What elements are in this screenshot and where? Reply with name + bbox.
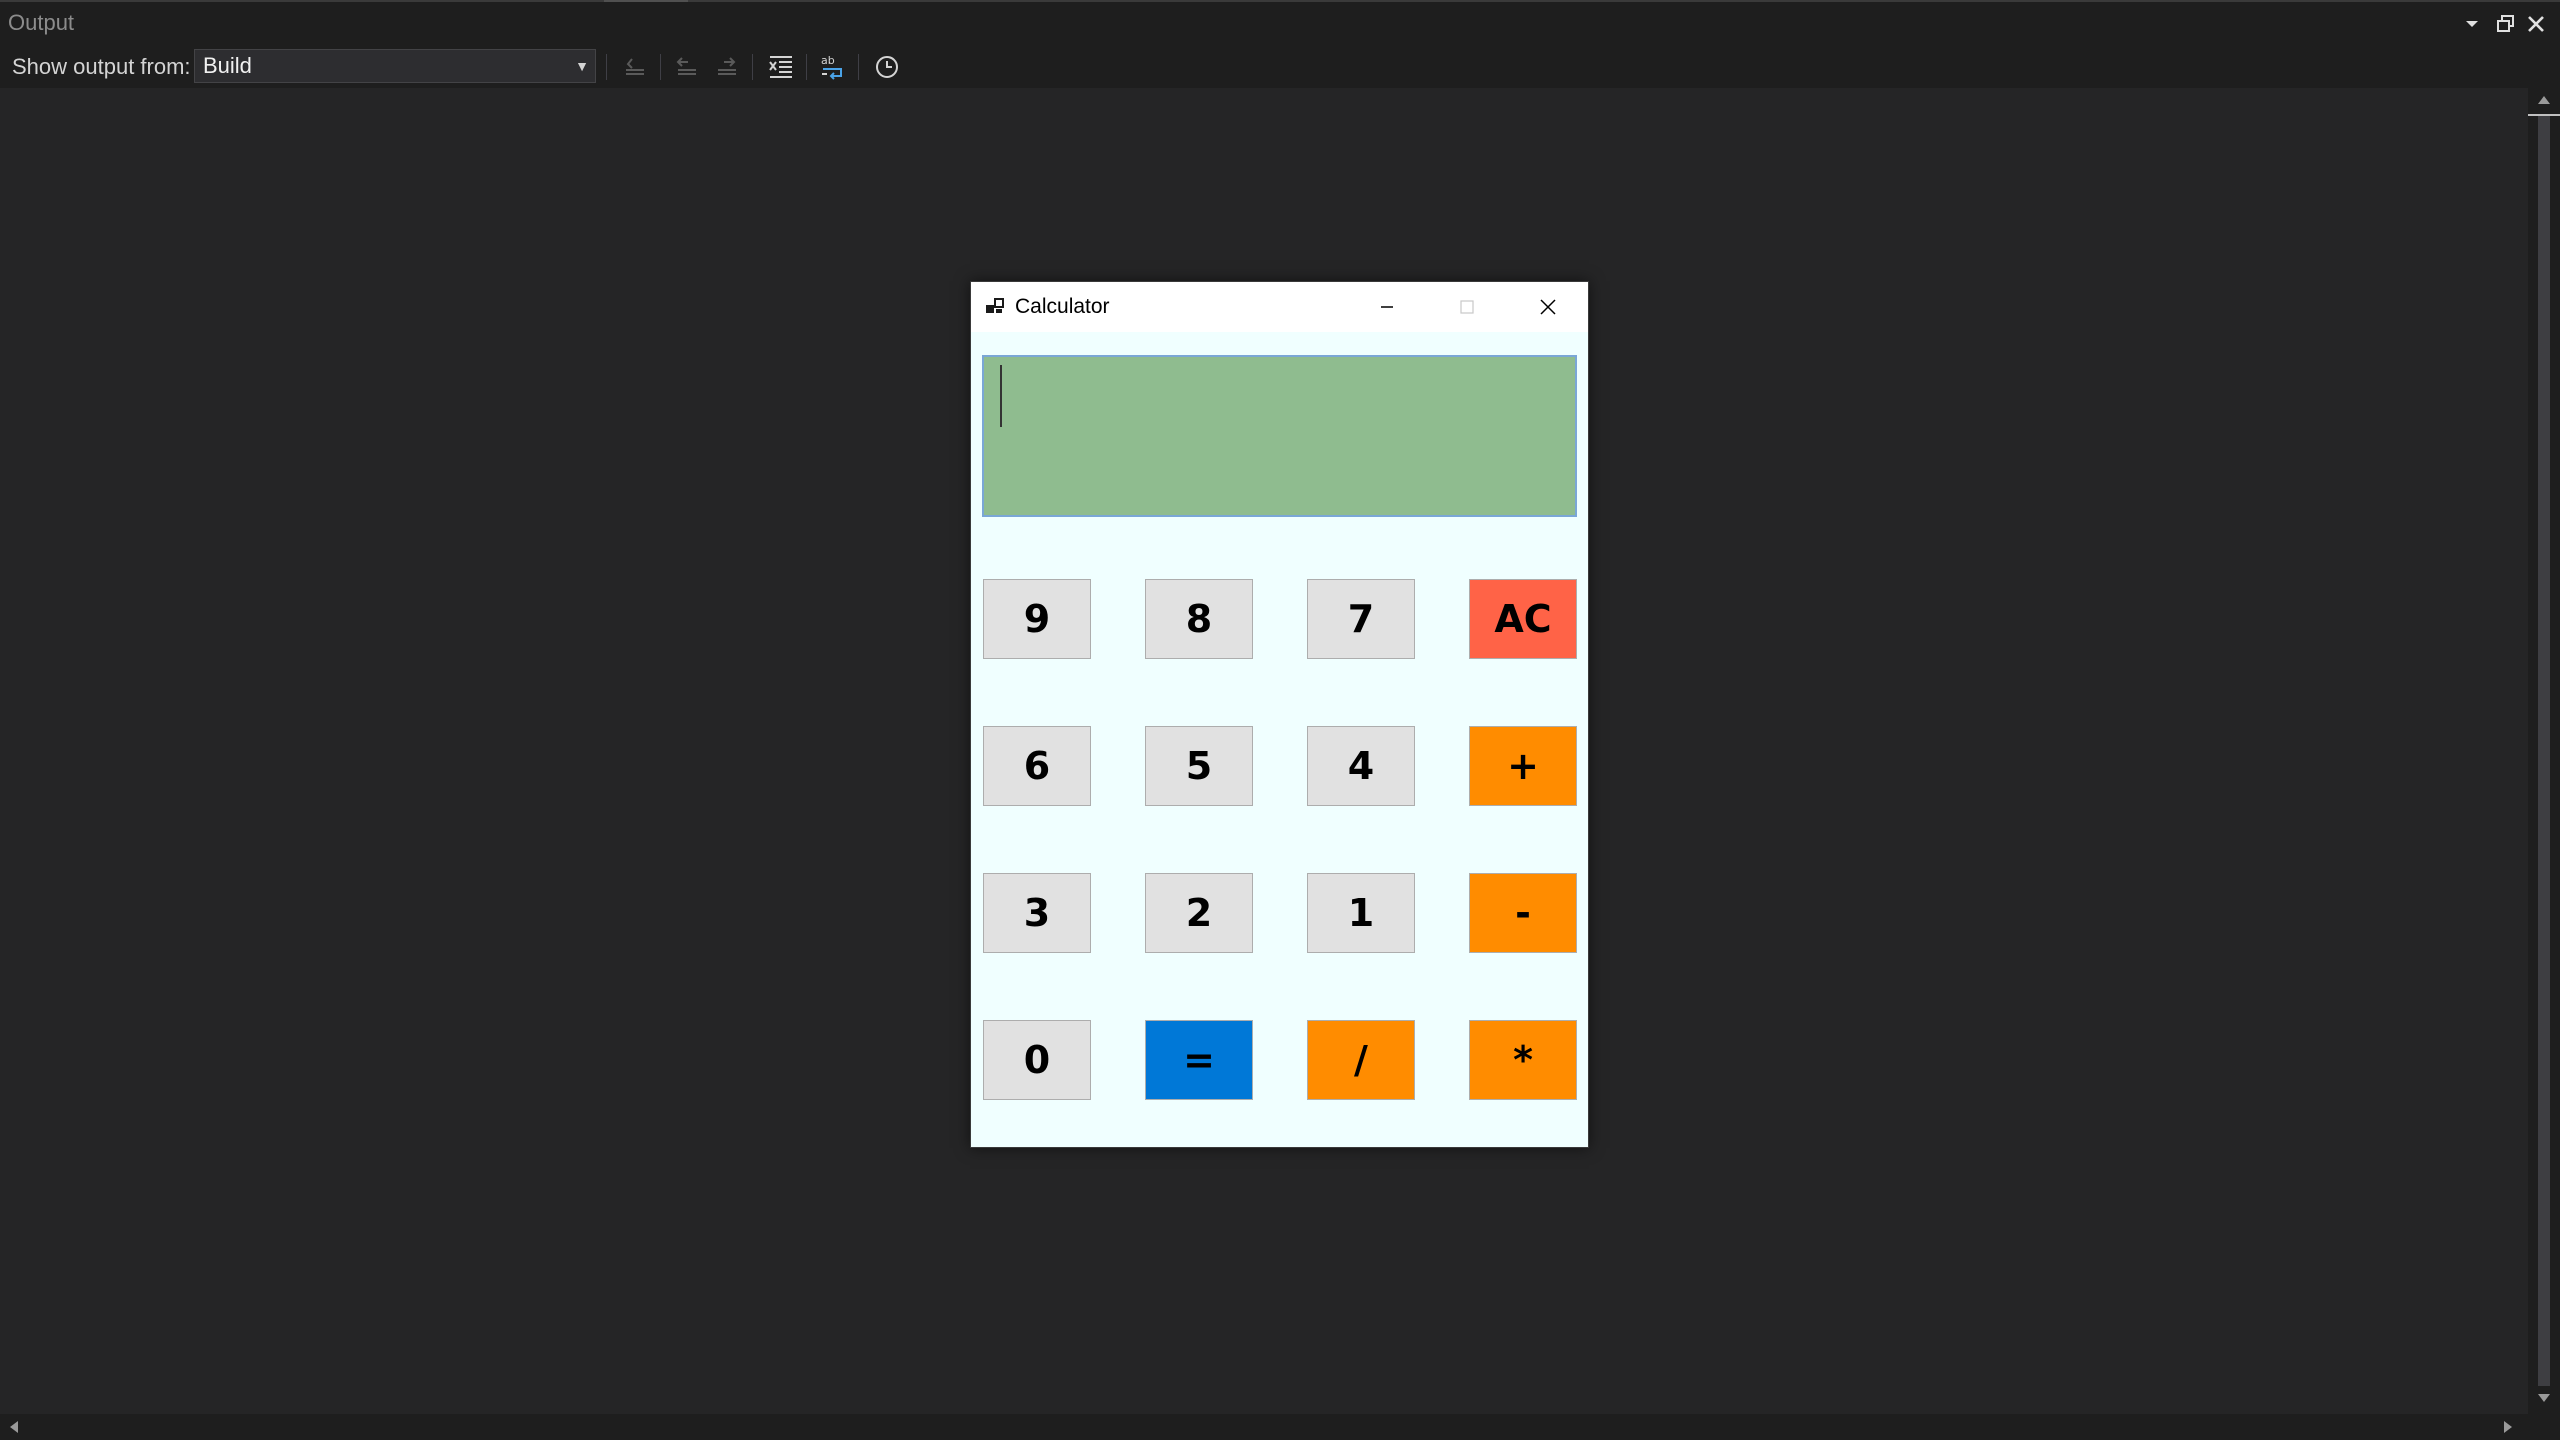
calculator-title: Calculator (1015, 295, 1110, 318)
scroll-up-icon[interactable] (2538, 96, 2550, 104)
window-position-icon[interactable] (2458, 10, 2486, 38)
toggle-timestamp-icon[interactable] (870, 51, 904, 83)
panel-title: Output (8, 10, 75, 35)
calculator-display[interactable] (982, 355, 1577, 517)
output-source-dropdown[interactable]: Build ▼ (194, 49, 596, 83)
show-output-label: Show output from: (12, 54, 191, 79)
calculator-window: Calculator 9 8 7 AC 6 5 4 + 3 2 1 - 0 = … (970, 281, 1589, 1148)
toolbar-separator (806, 54, 807, 80)
close-button[interactable] (1508, 282, 1588, 332)
maximize-button[interactable] (1427, 282, 1507, 332)
go-to-next-icon[interactable] (710, 51, 744, 83)
horizontal-scrollbar[interactable] (0, 1414, 2528, 1440)
clear-button[interactable]: AC (1469, 579, 1577, 659)
scroll-right-icon[interactable] (2504, 1421, 2512, 1433)
close-icon (1540, 299, 1556, 315)
key-2-button[interactable]: 2 (1145, 873, 1253, 953)
display-input[interactable] (984, 357, 1575, 515)
clear-all-icon[interactable] (764, 51, 798, 83)
minimize-button[interactable] (1347, 282, 1427, 332)
maximize-icon (1460, 300, 1474, 314)
key-5-button[interactable]: 5 (1145, 726, 1253, 806)
calculator-titlebar[interactable]: Calculator (971, 282, 1588, 332)
output-toolbar: Show output from: Build ▼ ab (0, 46, 2560, 88)
toolbar-separator (752, 54, 753, 80)
maximize-panel-icon[interactable] (2492, 10, 2520, 38)
equals-button[interactable]: = (1145, 1020, 1253, 1100)
key-8-button[interactable]: 8 (1145, 579, 1253, 659)
scrollbar-corner (2528, 1414, 2560, 1440)
multiply-button[interactable]: * (1469, 1020, 1577, 1100)
vertical-scrollbar[interactable] (2528, 88, 2560, 1414)
key-9-button[interactable]: 9 (983, 579, 1091, 659)
output-source-value: Build (203, 53, 252, 78)
key-0-button[interactable]: 0 (983, 1020, 1091, 1100)
chevron-down-icon: ▼ (575, 58, 589, 74)
toolbar-separator (858, 54, 859, 80)
go-to-previous-icon[interactable] (670, 51, 704, 83)
text-caret (1000, 365, 1002, 427)
app-icon (986, 298, 1004, 313)
vertical-scroll-thumb[interactable] (2538, 116, 2550, 1386)
divide-button[interactable]: / (1307, 1020, 1415, 1100)
output-panel-titlebar: Output (0, 0, 2560, 46)
add-button[interactable]: + (1469, 726, 1577, 806)
scroll-down-icon[interactable] (2538, 1394, 2550, 1402)
key-3-button[interactable]: 3 (983, 873, 1091, 953)
scroll-left-icon[interactable] (10, 1421, 18, 1433)
key-1-button[interactable]: 1 (1307, 873, 1415, 953)
toolbar-separator (660, 54, 661, 80)
go-to-previous-message-icon[interactable] (618, 51, 652, 83)
key-7-button[interactable]: 7 (1307, 579, 1415, 659)
toolbar-separator (606, 54, 607, 80)
key-6-button[interactable]: 6 (983, 726, 1091, 806)
minimize-icon (1381, 306, 1393, 308)
subtract-button[interactable]: - (1469, 873, 1577, 953)
toggle-word-wrap-icon[interactable]: ab (816, 51, 850, 83)
svg-text:ab: ab (821, 54, 835, 67)
close-panel-icon[interactable] (2522, 10, 2550, 38)
key-4-button[interactable]: 4 (1307, 726, 1415, 806)
panel-tab-indicator (604, 0, 688, 2)
